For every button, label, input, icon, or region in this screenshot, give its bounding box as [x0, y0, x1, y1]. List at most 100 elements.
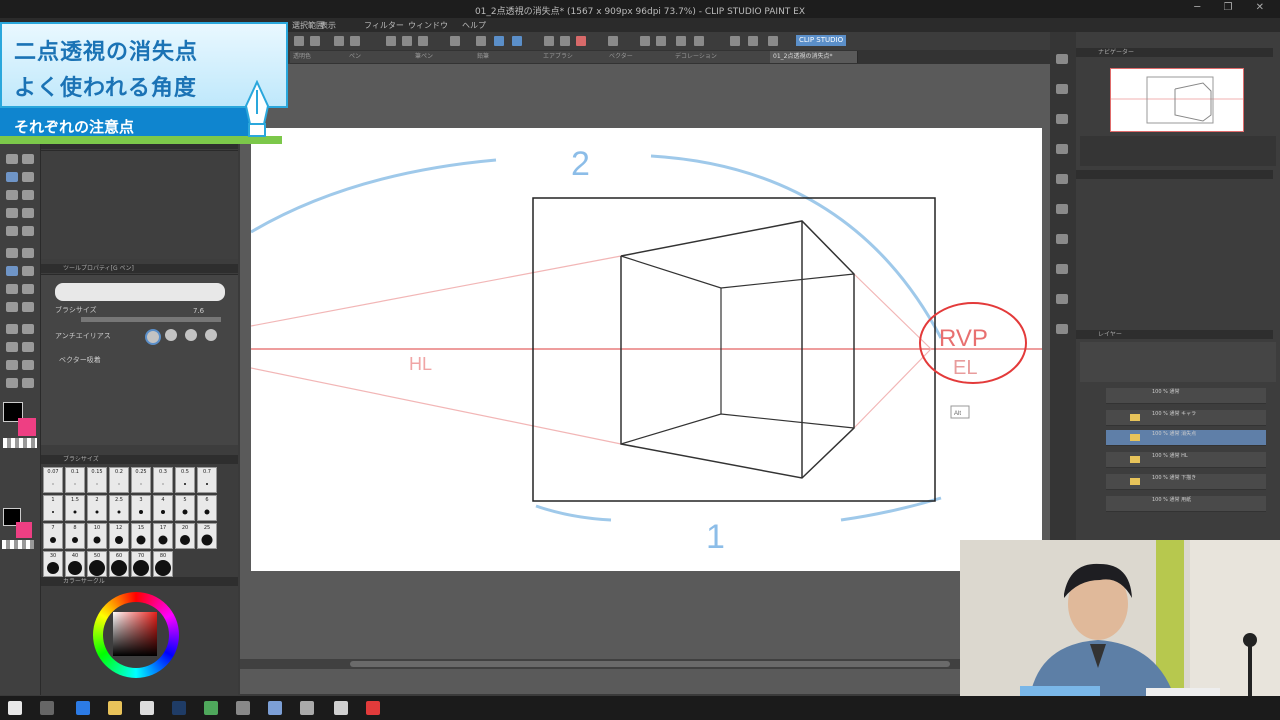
palette-icon[interactable] — [1056, 54, 1068, 64]
print-icon[interactable] — [768, 36, 778, 46]
tab-vector[interactable]: ベクター — [606, 51, 674, 63]
background-color-swatch[interactable] — [18, 418, 36, 436]
edge-icon[interactable] — [76, 701, 90, 715]
tab-pencil[interactable]: 鉛筆 — [474, 51, 542, 63]
transparent-color-swatch[interactable] — [3, 438, 37, 448]
sub-tool-list[interactable] — [41, 150, 238, 259]
app-icon[interactable] — [366, 701, 380, 715]
paste-icon[interactable] — [418, 36, 428, 46]
brush-size-cell[interactable]: 0.2 — [109, 467, 129, 493]
copy-icon[interactable] — [402, 36, 412, 46]
scrollbar-thumb[interactable] — [350, 661, 950, 667]
brush-size-cell[interactable]: 3 — [131, 495, 151, 521]
frame-icon[interactable] — [676, 36, 686, 46]
brush-size-cell[interactable]: 5 — [175, 495, 195, 521]
brush-size-cell[interactable]: 80 — [153, 551, 173, 577]
menu-item[interactable]: 表示 — [320, 20, 336, 31]
move-tool-icon[interactable] — [22, 266, 34, 276]
smudge-tool-icon[interactable] — [6, 378, 18, 388]
anti-alias-weak[interactable] — [165, 329, 177, 341]
brush-size-cell[interactable]: 0.15 — [87, 467, 107, 493]
clear-icon[interactable] — [476, 36, 486, 46]
app-icon[interactable] — [268, 701, 282, 715]
brush-size-cell[interactable]: 17 — [153, 523, 173, 549]
misc-tool-icon[interactable] — [22, 378, 34, 388]
brush-size-value[interactable]: 7.6 — [193, 307, 204, 315]
correct-tool-icon[interactable] — [6, 342, 18, 352]
color-wheel[interactable] — [93, 592, 179, 678]
pen-icon[interactable] — [640, 36, 650, 46]
save-icon[interactable] — [310, 36, 320, 46]
navigator-preview[interactable] — [1110, 68, 1244, 132]
palette-icon[interactable] — [1056, 294, 1068, 304]
explorer-icon[interactable] — [108, 701, 122, 715]
drawing-canvas[interactable]: HL RVP EL 2 1 Alt — [251, 128, 1042, 571]
select-icon[interactable] — [494, 36, 504, 46]
brush-size-cell[interactable]: 50 — [87, 551, 107, 577]
brush-size-slider[interactable] — [81, 317, 221, 322]
shape-icon[interactable] — [694, 36, 704, 46]
palette-icon[interactable] — [1056, 114, 1068, 124]
brush-size-cell[interactable]: 2 — [87, 495, 107, 521]
balloon-tool-icon[interactable] — [22, 226, 34, 236]
stamp-tool-icon[interactable] — [22, 360, 34, 370]
gradient-tool-icon[interactable] — [22, 324, 34, 334]
clip-studio-button[interactable]: CLIP STUDIO — [796, 35, 847, 46]
brush-size-cell[interactable]: 0.07 — [43, 467, 63, 493]
brush-size-cell[interactable]: 15 — [131, 523, 151, 549]
navigator-controls[interactable] — [1080, 136, 1276, 166]
menu-item[interactable]: ヘルプ — [462, 20, 486, 31]
brush-tool-icon[interactable] — [6, 172, 18, 182]
brush-icon[interactable] — [656, 36, 666, 46]
brush-size-cell[interactable]: 25 — [197, 523, 217, 549]
brush-size-cell[interactable]: 6 — [197, 495, 217, 521]
brush-size-cell[interactable]: 1.5 — [65, 495, 85, 521]
tab-pen[interactable]: ペン — [346, 51, 414, 63]
layer-controls[interactable] — [1080, 342, 1276, 382]
select-tool-icon[interactable] — [6, 284, 18, 294]
snap-special-icon[interactable] — [576, 36, 586, 46]
airbrush-tool-icon[interactable] — [22, 172, 34, 182]
fill-tool-icon[interactable] — [22, 190, 34, 200]
blend-tool-icon[interactable] — [6, 208, 18, 218]
windows-start-icon[interactable] — [8, 701, 22, 715]
palette-icon[interactable] — [1056, 324, 1068, 334]
saturation-value-square[interactable] — [113, 612, 157, 656]
window-controls[interactable]: ─ ❐ ✕ — [1194, 2, 1274, 13]
decor-tool-icon[interactable] — [6, 360, 18, 370]
brush-size-cell[interactable]: 2.5 — [109, 495, 129, 521]
brush-size-cell[interactable]: 0.3 — [153, 467, 173, 493]
tab-brush-pen[interactable]: 筆ペン — [412, 51, 476, 63]
home-icon[interactable] — [730, 36, 740, 46]
brush-size-cell[interactable]: 0.25 — [131, 467, 151, 493]
clip-studio-taskbar-icon[interactable] — [334, 701, 348, 715]
task-view-icon[interactable] — [40, 701, 54, 715]
palette-icon[interactable] — [1056, 174, 1068, 184]
anti-alias-strong[interactable] — [205, 329, 217, 341]
dropper-tool-icon[interactable] — [6, 226, 18, 236]
snap-ruler-icon[interactable] — [544, 36, 554, 46]
brush-size-cell[interactable]: 20 — [175, 523, 195, 549]
app-icon[interactable] — [300, 701, 314, 715]
layer-row[interactable]: 100 % 通常 キャラ — [1106, 410, 1266, 426]
brush-size-cell[interactable]: 60 — [109, 551, 129, 577]
brush-size-cell[interactable]: 4 — [153, 495, 173, 521]
undo-icon[interactable] — [334, 36, 344, 46]
hand-tool-icon[interactable] — [22, 302, 34, 312]
figure-tool-icon[interactable] — [22, 342, 34, 352]
brush-size-cell[interactable]: 70 — [131, 551, 151, 577]
grid-icon[interactable] — [608, 36, 618, 46]
photoshop-icon[interactable] — [172, 701, 186, 715]
lasso-tool-icon[interactable] — [22, 284, 34, 294]
brush-size-cell[interactable]: 10 — [87, 523, 107, 549]
brush-size-cell[interactable]: 0.5 — [175, 467, 195, 493]
snap-grid-icon[interactable] — [560, 36, 570, 46]
brush-size-cell[interactable]: 30 — [43, 551, 63, 577]
ruler-tool-icon[interactable] — [22, 248, 34, 258]
layer-row[interactable]: 100 % 通常 HL — [1106, 452, 1266, 468]
palette-icon[interactable] — [1056, 264, 1068, 274]
menu-item[interactable]: ウィンドウ — [408, 20, 448, 31]
palette-icon[interactable] — [1056, 204, 1068, 214]
brush-size-cell[interactable]: 40 — [65, 551, 85, 577]
tab-document[interactable]: 01_2点透視の消失点* — [770, 51, 858, 63]
